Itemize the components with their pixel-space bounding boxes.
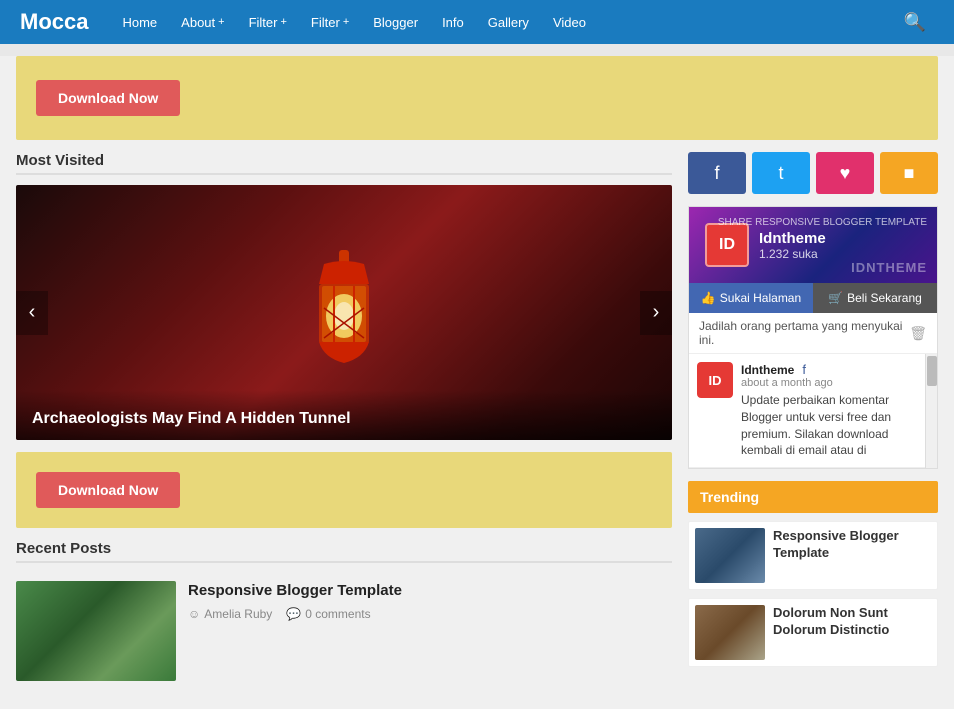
fb-like-page-button[interactable]: 👍 Sukai Halaman (689, 283, 813, 313)
googleplus-icon: ■ (904, 163, 915, 184)
recent-posts-header: Recent Posts (16, 540, 672, 563)
nav-filter-1[interactable]: Filter + (239, 9, 297, 36)
fb-feed-time: about a month ago (741, 377, 917, 389)
download-now-button-bottom[interactable]: Download Now (36, 472, 180, 508)
nav-about[interactable]: About + (171, 9, 234, 36)
fb-feed-content-area: ID Idntheme f about a month ago Update p… (689, 354, 925, 468)
recent-posts-section: Recent Posts Responsive Blogger Template… (16, 540, 672, 689)
recent-posts-title: Recent Posts (16, 540, 111, 557)
recent-post-info: Responsive Blogger Template ☺ Amelia Rub… (188, 581, 672, 621)
fb-feed-fb-icon: f (802, 362, 806, 377)
slider-prev-button[interactable]: ‹ (16, 291, 48, 335)
instagram-social-button[interactable]: ♥ (816, 152, 874, 194)
recent-post-item: Responsive Blogger Template ☺ Amelia Rub… (16, 573, 672, 689)
fb-widget-brand: IDNTHEME (851, 260, 927, 275)
author-icon: ☺ (188, 607, 200, 621)
nav-home[interactable]: Home (112, 9, 167, 36)
fb-widget-likes: 1.232 suka (759, 247, 826, 261)
fb-widget-actions: 👍 Sukai Halaman 🛒 Beli Sekarang (689, 283, 937, 313)
brand-logo[interactable]: Mocca (20, 9, 88, 35)
googleplus-social-button[interactable]: ■ (880, 152, 938, 194)
fb-feed-scrollbar[interactable] (925, 354, 937, 468)
facebook-icon: f (714, 163, 719, 184)
trash-icon[interactable]: 🗑 (909, 325, 927, 342)
trending-title-1: Responsive Blogger Template (773, 528, 931, 583)
content-grid: Most Visited (16, 152, 938, 689)
recent-post-thumb-img (16, 581, 176, 681)
sidebar: f t ♥ ■ ID Idntheme 1.232 suka (688, 152, 938, 689)
fb-widget-logo: ID (705, 223, 749, 267)
most-visited-title: Most Visited (16, 152, 104, 169)
nav-info[interactable]: Info (432, 9, 474, 36)
lantern-illustration (304, 248, 384, 378)
main-wrapper: Download Now Most Visited (0, 56, 954, 709)
comment-icon: 💬 (286, 607, 301, 621)
fb-widget-subtitle: SHARE RESPONSIVE BLOGGER TEMPLATE (718, 217, 927, 228)
facebook-widget: ID Idntheme 1.232 suka SHARE RESPONSIVE … (688, 206, 938, 469)
trending-thumb-1 (695, 528, 765, 583)
social-buttons: f t ♥ ■ (688, 152, 938, 194)
fb-like-icon: 👍 (701, 291, 716, 305)
download-now-button-top[interactable]: Download Now (36, 80, 180, 116)
nav-video[interactable]: Video (543, 9, 596, 36)
trending-header: Trending (688, 481, 938, 513)
recent-post-author: ☺ Amelia Ruby (188, 607, 272, 621)
recent-post-title[interactable]: Responsive Blogger Template (188, 581, 672, 601)
trending-item-2[interactable]: Dolorum Non Sunt Dolorum Distinctio (688, 598, 938, 667)
twitter-icon: t (778, 163, 783, 184)
fb-feed-post-content: Update perbaikan komentar Blogger untuk … (741, 392, 917, 459)
nav-links: Home About + Filter + Filter + Blogger I… (112, 9, 895, 36)
search-icon[interactable]: 🔍 (896, 6, 934, 39)
fb-feed-post-info: Idntheme f about a month ago Update perb… (741, 362, 917, 459)
twitter-social-button[interactable]: t (752, 152, 810, 194)
fb-buy-icon: 🛒 (828, 291, 843, 305)
trending-item-1[interactable]: Responsive Blogger Template (688, 521, 938, 590)
trending-thumb-2 (695, 605, 765, 660)
instagram-icon: ♥ (840, 163, 851, 184)
fb-feed-post: ID Idntheme f about a month ago Update p… (689, 354, 925, 468)
navbar: Mocca Home About + Filter + Filter + Blo… (0, 0, 954, 44)
banner-top: Download Now (16, 56, 938, 140)
facebook-social-button[interactable]: f (688, 152, 746, 194)
nav-gallery[interactable]: Gallery (478, 9, 539, 36)
nav-filter-2[interactable]: Filter + (301, 9, 359, 36)
most-visited-header: Most Visited (16, 152, 672, 175)
trending-section: Trending Responsive Blogger Template Dol… (688, 481, 938, 667)
fb-widget-info: Idntheme 1.232 suka (759, 230, 826, 261)
trending-title-2: Dolorum Non Sunt Dolorum Distinctio (773, 605, 931, 660)
fb-first-like-text: Jadilah orang pertama yang menyukai ini.… (689, 313, 937, 354)
slider-caption: Archaeologists May Find A Hidden Tunnel (16, 390, 672, 440)
fb-feed-header: Idntheme f (741, 362, 917, 377)
banner-bottom: Download Now (16, 452, 672, 528)
fb-feed-author-name: Idntheme (741, 363, 794, 377)
recent-post-thumbnail[interactable] (16, 581, 176, 681)
slider: ‹ › Archaeologists May Find A Hidden Tun… (16, 185, 672, 440)
slider-next-button[interactable]: › (640, 291, 672, 335)
nav-blogger[interactable]: Blogger (363, 9, 428, 36)
fb-feed-avatar: ID (697, 362, 733, 398)
recent-post-comments: 💬 0 comments (286, 607, 370, 621)
fb-widget-name: Idntheme (759, 230, 826, 247)
fb-widget-header: ID Idntheme 1.232 suka SHARE RESPONSIVE … (689, 207, 937, 283)
fb-buy-button[interactable]: 🛒 Beli Sekarang (813, 283, 937, 313)
fb-feed-area: ID Idntheme f about a month ago Update p… (689, 354, 937, 468)
scrollbar-thumb (927, 356, 937, 386)
fb-widget-feed: Jadilah orang pertama yang menyukai ini.… (689, 313, 937, 468)
main-column: Most Visited (16, 152, 672, 689)
recent-post-meta: ☺ Amelia Ruby 💬 0 comments (188, 607, 672, 621)
